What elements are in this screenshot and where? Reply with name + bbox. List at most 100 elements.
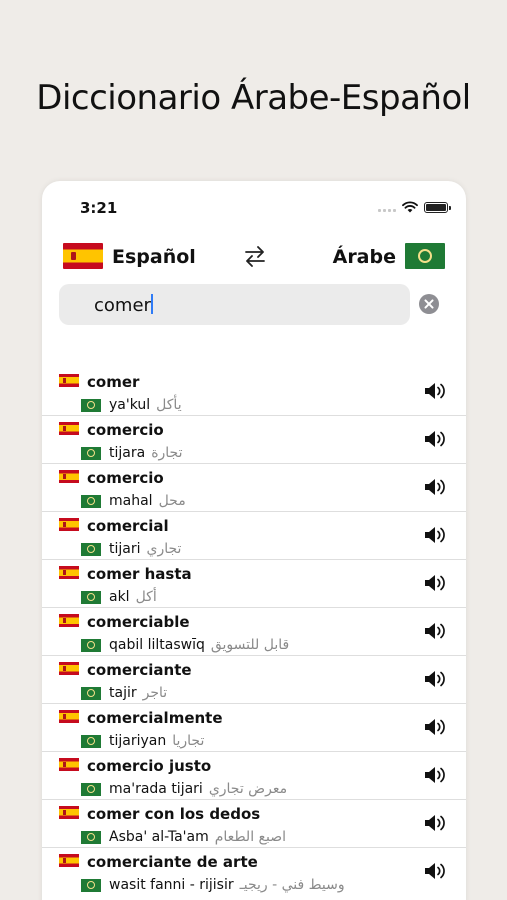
arabic-script: تاجر [142, 685, 168, 701]
text-caret [150, 294, 153, 314]
spain-flag-icon [59, 374, 79, 387]
transliteration: tijara [109, 445, 146, 461]
spain-flag-icon [59, 422, 79, 435]
battery-icon [424, 201, 451, 213]
search-input[interactable]: comer [59, 284, 410, 325]
transliteration: tajir [109, 685, 137, 701]
translation: tajir تاجر [109, 685, 167, 701]
phone-screen: 3:21 Español Árabe comer comer ya'kul يأك… [42, 181, 466, 900]
arabic-script: محل [158, 493, 186, 509]
arab-league-flag-icon [81, 495, 101, 508]
translation: mahal محل [109, 493, 186, 509]
spain-flag-icon[interactable] [63, 243, 103, 269]
source-language-button[interactable]: Español [112, 246, 196, 268]
result-row[interactable]: comercio justo ma'rada tijari معرض تجاري [42, 752, 466, 800]
transliteration: ma'rada tijari [109, 781, 203, 797]
transliteration: qabil liltaswīq [109, 637, 205, 653]
page-headline: Diccionario Árabe-Español [36, 78, 471, 118]
arab-league-flag-icon [81, 543, 101, 556]
spain-flag-icon [59, 854, 79, 867]
status-icons [378, 201, 451, 213]
status-bar: 3:21 [42, 181, 466, 231]
speaker-icon[interactable] [423, 668, 447, 690]
search-input-value: comer [94, 294, 153, 316]
speaker-icon[interactable] [423, 476, 447, 498]
speaker-icon[interactable] [423, 812, 447, 834]
result-row[interactable]: comerciable qabil liltaswīq قابل للتسويق [42, 608, 466, 656]
signal-icon [378, 202, 396, 212]
spanish-term: comer hasta [87, 565, 192, 583]
speaker-icon[interactable] [423, 428, 447, 450]
spanish-term: comer con los dedos [87, 805, 261, 823]
result-row[interactable]: comerciante tajir تاجر [42, 656, 466, 704]
arab-league-flag-icon [81, 687, 101, 700]
speaker-icon[interactable] [423, 716, 447, 738]
spain-flag-icon [59, 662, 79, 675]
result-row[interactable]: comercio tijara تجارة [42, 416, 466, 464]
clear-search-button[interactable] [419, 294, 439, 314]
result-row[interactable]: comercialmente tijariyan تجاريا [42, 704, 466, 752]
spanish-term: comerciante [87, 661, 192, 679]
arab-league-flag-icon [81, 831, 101, 844]
result-row[interactable]: comercial tijari تجاري [42, 512, 466, 560]
spain-flag-icon [59, 470, 79, 483]
spanish-term: comercio [87, 469, 164, 487]
translation: ma'rada tijari معرض تجاري [109, 781, 287, 797]
arabic-script: تجاري [146, 541, 182, 557]
speaker-icon[interactable] [423, 764, 447, 786]
translation: wasit fanni - rijisir وسيط فني - ريجيـ [109, 877, 345, 893]
arab-league-flag-icon [81, 735, 101, 748]
translation: qabil liltaswīq قابل للتسويق [109, 637, 289, 653]
speaker-icon[interactable] [423, 860, 447, 882]
transliteration: ya'kul [109, 397, 151, 413]
spain-flag-icon [59, 566, 79, 579]
arab-league-flag-icon [81, 399, 101, 412]
transliteration: mahal [109, 493, 153, 509]
arabic-script: تجارة [151, 445, 183, 461]
arab-league-flag-icon [81, 447, 101, 460]
arab-league-flag-icon[interactable] [405, 243, 445, 269]
result-row[interactable]: comerciante de arte wasit fanni - rijisi… [42, 848, 466, 896]
spanish-term: comercio justo [87, 757, 212, 775]
spanish-term: comerciable [87, 613, 190, 631]
arabic-script: قابل للتسويق [210, 637, 290, 653]
translation: tijariyan تجاريا [109, 733, 204, 749]
transliteration: wasit fanni - rijisir [109, 877, 234, 893]
result-row[interactable]: comer con los dedos Asba' al-Ta'am اصبع ا… [42, 800, 466, 848]
arab-league-flag-icon [81, 783, 101, 796]
speaker-icon[interactable] [423, 380, 447, 402]
result-row[interactable]: comer hasta akl أكل [42, 560, 466, 608]
arabic-script: يأكل [156, 397, 182, 413]
spanish-term: comercial [87, 517, 169, 535]
translation: akl أكل [109, 589, 157, 605]
result-row[interactable]: comer ya'kul يأكل [42, 368, 466, 416]
arabic-script: اصبع الطعام [214, 829, 286, 845]
spain-flag-icon [59, 518, 79, 531]
swap-languages-icon[interactable] [242, 243, 268, 269]
result-row[interactable]: comercio mahal محل [42, 464, 466, 512]
speaker-icon[interactable] [423, 572, 447, 594]
arabic-script: أكل [135, 589, 157, 605]
translation: tijari تجاري [109, 541, 181, 557]
spanish-term: comer [87, 373, 140, 391]
spain-flag-icon [59, 614, 79, 627]
arab-league-flag-icon [81, 879, 101, 892]
arabic-script: معرض تجاري [208, 781, 288, 797]
spain-flag-icon [59, 806, 79, 819]
speaker-icon[interactable] [423, 524, 447, 546]
spanish-term: comerciante de arte [87, 853, 258, 871]
speaker-icon[interactable] [423, 620, 447, 642]
results-list: comer ya'kul يأكل comercio tijara تجارة co… [42, 368, 466, 896]
translation: ya'kul يأكل [109, 397, 182, 413]
status-time: 3:21 [80, 199, 118, 217]
target-language-button[interactable]: Árabe [333, 246, 396, 268]
transliteration: tijariyan [109, 733, 167, 749]
translation: Asba' al-Ta'am اصبع الطعام [109, 829, 286, 845]
transliteration: Asba' al-Ta'am [109, 829, 209, 845]
spain-flag-icon [59, 710, 79, 723]
arab-league-flag-icon [81, 591, 101, 604]
arabic-script: تجاريا [172, 733, 205, 749]
transliteration: tijari [109, 541, 141, 557]
spanish-term: comercio [87, 421, 164, 439]
arab-league-flag-icon [81, 639, 101, 652]
